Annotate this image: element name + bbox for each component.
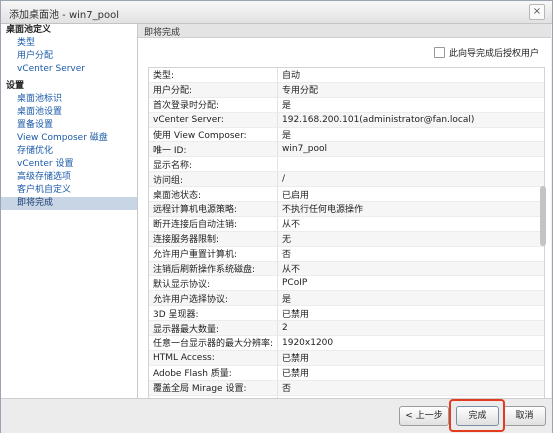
back-button[interactable]: < 上一步 bbox=[399, 406, 449, 426]
table-row: 首次登录时分配: 是 bbox=[149, 97, 544, 113]
setting-value: 已禁用 bbox=[277, 365, 544, 381]
setting-name: 显示器最大数量: bbox=[149, 320, 278, 337]
table-row: 允许用户选择协议: 是 bbox=[149, 290, 544, 307]
title-bar: 添加桌面池 - win7_pool × bbox=[1, 1, 552, 24]
setting-name: 允许用户重置计算机: bbox=[149, 246, 278, 262]
table-row: 使用 View Composer: 是 bbox=[149, 127, 544, 143]
setting-name: vCenter Server: bbox=[149, 112, 278, 128]
setting-value: 不执行任何电源操作 bbox=[277, 201, 544, 217]
setting-value: 否 bbox=[277, 246, 544, 262]
entitle-users-label: 此向导完成后授权用户 bbox=[449, 49, 540, 59]
setting-value: 2 bbox=[277, 320, 544, 337]
setting-value: 从不 bbox=[277, 216, 544, 232]
entitle-users-option[interactable]: 此向导完成后授权用户 bbox=[434, 46, 539, 60]
setting-value: 否 bbox=[277, 380, 544, 396]
table-row: 任意一台显示器的最大分辨率: 1920x1200 bbox=[149, 335, 544, 351]
setting-name: 类型: bbox=[149, 68, 278, 83]
setting-name: 注销后刷新操作系统磁盘: bbox=[149, 261, 278, 277]
table-row: 允许用户重置计算机: 否 bbox=[149, 246, 544, 262]
table-row: 3D 呈现器: 已禁用 bbox=[149, 305, 544, 322]
sidebar-item[interactable]: vCenter 设置 bbox=[1, 158, 137, 171]
finish-highlight-box bbox=[449, 399, 505, 432]
table-row: 断开连接后自动注销: 从不 bbox=[149, 216, 544, 232]
table-row: 访问组: / bbox=[149, 171, 544, 188]
table-row: 默认显示协议: PCoIP bbox=[149, 275, 544, 292]
setting-value: 已启用 bbox=[277, 186, 544, 203]
sidebar-item[interactable]: 桌面池设置 bbox=[1, 106, 137, 119]
setting-value: 已禁用 bbox=[277, 305, 544, 322]
table-row: 类型: 自动 bbox=[149, 68, 544, 83]
main-panel: 即将完成 此向导完成后授权用户 类型: 自动 用户分配: 专用分配 首次登录时分配: 是 v… bbox=[138, 24, 551, 400]
window-title: 添加桌面池 - win7_pool bbox=[9, 10, 119, 21]
setting-value: 是 bbox=[277, 290, 544, 307]
setting-value: win7_pool bbox=[277, 141, 544, 158]
table-row: 用户分配: 专用分配 bbox=[149, 82, 544, 98]
setting-name: 远程计算机电源策略: bbox=[149, 201, 278, 217]
close-icon[interactable]: × bbox=[529, 4, 545, 20]
sidebar-section-pool-definition: 桌面池定义 bbox=[6, 25, 52, 35]
table-row: 注销后刷新操作系统磁盘: 从不 bbox=[149, 261, 544, 277]
table-row: 显示器最大数量: 2 bbox=[149, 320, 544, 337]
table-row: Adobe Flash 质量: 已禁用 bbox=[149, 365, 544, 381]
setting-name: 断开连接后自动注销: bbox=[149, 216, 278, 232]
table-row: 连接服务器限制: 无 bbox=[149, 231, 544, 247]
summary-table: 类型: 自动 用户分配: 专用分配 首次登录时分配: 是 vCenter Server: 19… bbox=[149, 68, 544, 399]
setting-value: 从不 bbox=[277, 261, 544, 277]
scrollbar-thumb[interactable] bbox=[540, 186, 546, 246]
setting-name: 访问组: bbox=[149, 171, 278, 188]
setting-value: 自动 bbox=[277, 68, 544, 83]
setting-name: 连接服务器限制: bbox=[149, 231, 278, 247]
table-row: 显示名称: bbox=[149, 156, 544, 173]
sidebar-item[interactable]: 即将完成 bbox=[1, 197, 137, 210]
table-row: 唯一 ID: win7_pool bbox=[149, 141, 544, 158]
table-row: HTML Access: 已禁用 bbox=[149, 350, 544, 366]
cancel-button[interactable]: 取消 bbox=[503, 406, 546, 426]
setting-name: 3D 呈现器: bbox=[149, 305, 278, 322]
wizard-sidebar: 桌面池定义 类型 用户分配 vCenter Server 设置 桌面池标识 桌面池设置… bbox=[1, 24, 138, 398]
setting-name: 默认显示协议: bbox=[149, 275, 278, 292]
setting-value: 专用分配 bbox=[277, 82, 544, 98]
sidebar-item[interactable]: 置备设置 bbox=[1, 119, 137, 132]
table-row: 覆盖全局 Mirage 设置: 否 bbox=[149, 380, 544, 396]
sidebar-section-settings: 设置 bbox=[6, 81, 25, 91]
table-row: 桌面池状态: 已启用 bbox=[149, 186, 544, 203]
setting-name: 唯一 ID: bbox=[149, 141, 278, 158]
setting-value: 192.168.200.101(administrator@fan.local) bbox=[277, 112, 544, 128]
sidebar-item[interactable]: View Composer 磁盘 bbox=[1, 132, 137, 145]
setting-value: PCoIP bbox=[277, 275, 544, 292]
page-title: 即将完成 bbox=[144, 28, 181, 38]
setting-value: 是 bbox=[277, 97, 544, 113]
setting-name: 显示名称: bbox=[149, 156, 278, 173]
setting-value: 无 bbox=[277, 231, 544, 247]
setting-value: 1920x1200 bbox=[277, 335, 544, 351]
summary-table-container[interactable]: 类型: 自动 用户分配: 专用分配 首次登录时分配: 是 vCenter Server: 19… bbox=[148, 67, 545, 400]
setting-value: 已禁用 bbox=[277, 350, 544, 366]
setting-name: Adobe Flash 质量: bbox=[149, 365, 278, 381]
setting-value: / bbox=[277, 171, 544, 188]
dialog-window: 添加桌面池 - win7_pool × 桌面池定义 类型 用户分配 vCenter … bbox=[0, 0, 553, 433]
setting-value: 是 bbox=[277, 127, 544, 143]
setting-name: 允许用户选择协议: bbox=[149, 290, 278, 307]
page-header: 即将完成 bbox=[138, 24, 551, 38]
sidebar-item[interactable]: vCenter Server bbox=[1, 63, 137, 76]
setting-name: 用户分配: bbox=[149, 82, 278, 98]
sidebar-item[interactable]: 桌面池标识 bbox=[1, 93, 137, 106]
sidebar-item[interactable]: 用户分配 bbox=[1, 50, 137, 63]
setting-value bbox=[277, 156, 544, 173]
setting-name: 桌面池状态: bbox=[149, 186, 278, 203]
table-row: vCenter Server: 192.168.200.101(administr… bbox=[149, 112, 544, 128]
setting-name: 任意一台显示器的最大分辨率: bbox=[149, 335, 278, 351]
table-row: 远程计算机电源策略: 不执行任何电源操作 bbox=[149, 201, 544, 217]
setting-name: HTML Access: bbox=[149, 350, 278, 366]
entitle-users-checkbox[interactable] bbox=[434, 47, 445, 58]
sidebar-item[interactable]: 高级存储选项 bbox=[1, 171, 137, 184]
setting-name: 使用 View Composer: bbox=[149, 127, 278, 143]
sidebar-item[interactable]: 存储优化 bbox=[1, 145, 137, 158]
setting-name: 首次登录时分配: bbox=[149, 97, 278, 113]
sidebar-item[interactable]: 客户机自定义 bbox=[1, 184, 137, 197]
setting-name: 覆盖全局 Mirage 设置: bbox=[149, 380, 278, 396]
sidebar-item[interactable]: 类型 bbox=[1, 37, 137, 50]
